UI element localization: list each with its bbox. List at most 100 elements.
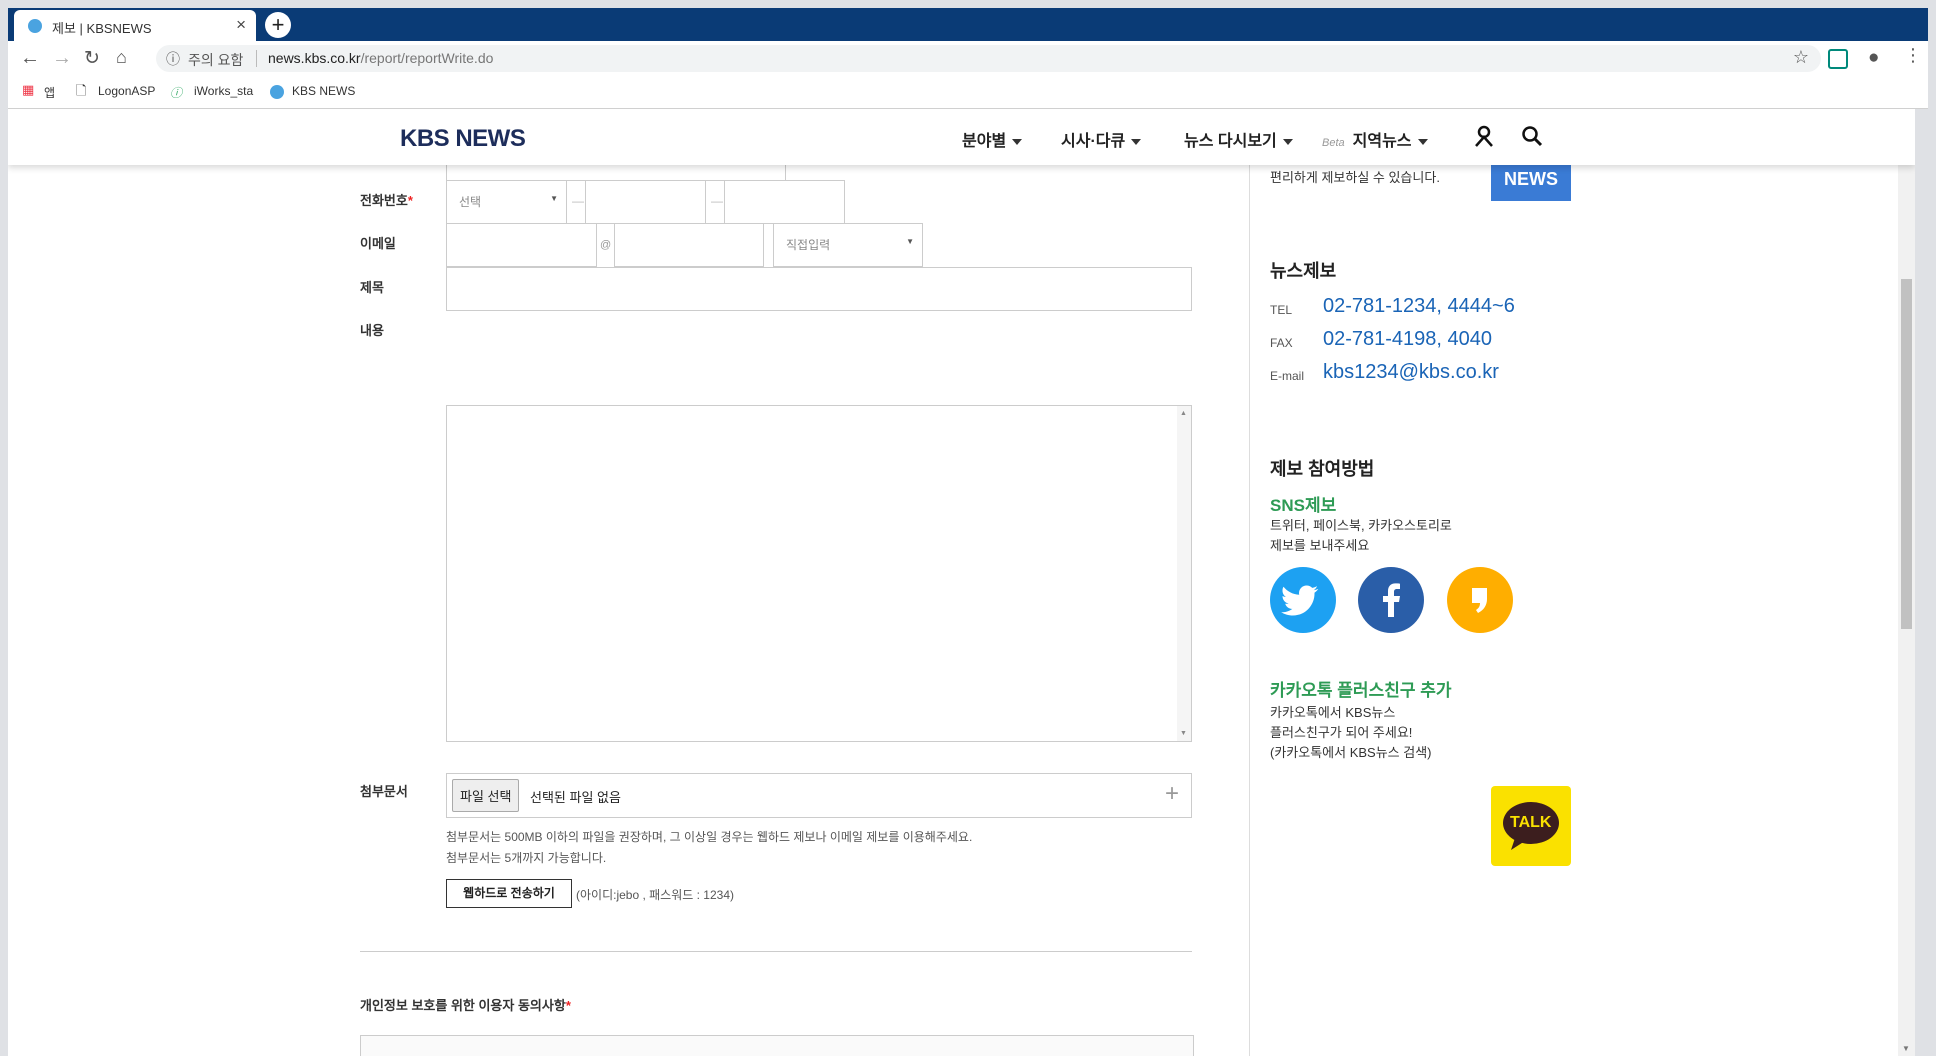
bookmark-logonasp[interactable]: LogonASP — [98, 84, 155, 98]
security-warning: 주의 요함 — [188, 52, 244, 68]
url-text[interactable]: news.kbs.co.kr/report/reportWrite.do — [268, 50, 493, 66]
fax-label: FAX — [1270, 336, 1293, 350]
caret-down-icon — [1282, 138, 1293, 145]
iworks-icon: ⓘ — [170, 86, 183, 100]
subject-input[interactable] — [446, 267, 1192, 311]
scroll-down-icon[interactable]: ▼ — [1902, 1044, 1910, 1053]
nav-local-news-label: 지역뉴스 — [1352, 133, 1412, 150]
file-attach-box: 파일 선택 선택된 파일 없음 + — [446, 773, 1192, 818]
tab-strip — [8, 8, 1928, 41]
kbs-favicon-icon — [28, 19, 42, 33]
attach-note-count: 첨부문서는 5개까지 가능합니다. — [446, 851, 607, 865]
user-icon[interactable] — [1473, 125, 1495, 147]
sns-line1: 트위터, 페이스북, 카카오스토리로 — [1270, 518, 1452, 533]
phone-prefix-select[interactable]: 선택 ▼ — [446, 180, 567, 224]
extension-icon[interactable] — [1828, 49, 1848, 69]
reload-icon[interactable]: ↻ — [84, 47, 100, 70]
page-icon: 🗋 — [76, 83, 87, 98]
caret-down-icon — [1131, 138, 1142, 145]
talk-badge-text: TALK — [1510, 814, 1552, 831]
back-arrow-icon[interactable]: ← — [20, 47, 40, 70]
search-icon[interactable] — [1521, 125, 1543, 147]
file-select-button[interactable]: 파일 선택 — [452, 779, 520, 812]
phone-prefix-value: 선택 — [459, 195, 482, 209]
menu-kebab-icon[interactable]: ⋮ — [1904, 45, 1922, 66]
kakao-line3: (카카오톡에서 KBS뉴스 검색) — [1270, 745, 1432, 760]
nav-documentary-label: 시사·다큐 — [1061, 133, 1126, 150]
tel-value: 02-781-1234, 4444~6 — [1323, 295, 1515, 317]
kakaostory-icon — [1472, 588, 1487, 613]
profile-icon[interactable]: ● — [1868, 47, 1879, 69]
sns-title: SNS제보 — [1270, 496, 1337, 515]
nav-local-news[interactable]: Beta 지역뉴스 — [1322, 127, 1428, 151]
privacy-consent-text: 개인정보 보호를 위한 이용자 동의사항 — [360, 998, 566, 1013]
phone-last-input[interactable] — [724, 180, 845, 224]
email-domain-input[interactable] — [614, 223, 764, 267]
scroll-down-icon[interactable]: ▼ — [1180, 730, 1187, 737]
twitter-icon — [1281, 585, 1319, 616]
dash-separator: — — [711, 194, 723, 208]
nav-category[interactable]: 분야별 — [962, 127, 1023, 151]
dropdown-arrow-icon: ▼ — [550, 194, 558, 203]
kakao-title: 카카오톡 플러스친구 추가 — [1270, 681, 1452, 700]
file-status: 선택된 파일 없음 — [530, 790, 621, 805]
email-domain-select[interactable]: 직접입력 ▼ — [773, 223, 923, 267]
kbs-news-logo[interactable]: KBS NEWS — [400, 125, 526, 153]
kakao-talk-button[interactable]: TALK — [1491, 786, 1571, 866]
facebook-icon — [1383, 583, 1400, 617]
bookmarks-bar: ▦ 앱 🗋 LogonASP ⓘ iWorks_sta KBS NEWS — [8, 76, 1928, 109]
privacy-consent-title: 개인정보 보호를 위한 이용자 동의사항* — [360, 995, 571, 1014]
nav-replay-label: 뉴스 다시보기 — [1184, 133, 1277, 150]
textarea-scrollbar[interactable]: ▲ ▼ — [1177, 406, 1191, 741]
news-banner-text: NEWS — [1504, 169, 1558, 189]
kakaostory-button[interactable] — [1447, 567, 1513, 633]
nav-category-label: 분야별 — [962, 133, 1007, 150]
email-label: 이메일 — [360, 236, 396, 251]
browser-tab[interactable]: 제보 | KBSNEWS × — [14, 10, 256, 41]
attach-label: 첨부문서 — [360, 784, 408, 799]
add-file-icon[interactable]: + — [1165, 780, 1179, 808]
tel-label: TEL — [1270, 303, 1293, 317]
kakao-line1: 카카오톡에서 KBS뉴스 — [1270, 705, 1396, 720]
site-header: KBS NEWS 분야별 시사·다큐 뉴스 다시보기 Beta 지역뉴스 — [8, 109, 1915, 165]
email-domain-select-value: 직접입력 — [786, 238, 831, 252]
email-contact-label: E-mail — [1270, 369, 1305, 383]
home-icon[interactable]: ⌂ — [116, 47, 127, 68]
phone-middle-input[interactable] — [585, 180, 706, 224]
nav-replay[interactable]: 뉴스 다시보기 — [1184, 127, 1293, 151]
new-tab-button[interactable]: + — [265, 12, 291, 38]
dash-separator: — — [572, 194, 584, 208]
content-label: 내용 — [360, 323, 384, 338]
content-textarea[interactable]: ▲ ▼ — [446, 405, 1192, 742]
at-sign: @ — [600, 239, 612, 251]
page-scrollbar[interactable]: ▲ ▼ — [1898, 109, 1915, 1056]
column-divider — [1249, 165, 1250, 1056]
kakao-line2: 플러스친구가 되어 주세요! — [1270, 725, 1413, 740]
twitter-button[interactable] — [1270, 567, 1336, 633]
bookmark-kbs-news[interactable]: KBS NEWS — [292, 84, 355, 98]
fax-value: 02-781-4198, 4040 — [1323, 328, 1493, 350]
bookmark-star-icon[interactable]: ☆ — [1793, 47, 1809, 68]
section-divider — [360, 951, 1192, 952]
caret-down-icon — [1012, 138, 1023, 145]
sns-line2: 제보를 보내주세요 — [1270, 538, 1370, 553]
news-banner[interactable]: NEWS — [1491, 165, 1571, 201]
email-local-input[interactable] — [446, 223, 597, 267]
info-icon[interactable]: ⓘ — [166, 49, 180, 69]
forward-arrow-icon[interactable]: → — [52, 47, 72, 70]
email-contact-value[interactable]: kbs1234@kbs.co.kr — [1323, 361, 1499, 384]
dropdown-arrow-icon: ▼ — [906, 237, 914, 246]
apps-grid-icon: ▦ — [22, 82, 35, 97]
scrollbar-thumb[interactable] — [1901, 279, 1912, 629]
bookmark-apps[interactable]: 앱 — [44, 84, 55, 101]
nav-documentary[interactable]: 시사·다큐 — [1061, 127, 1142, 151]
subject-label: 제목 — [360, 280, 384, 295]
close-tab-icon[interactable]: × — [236, 15, 246, 35]
scroll-up-icon[interactable]: ▲ — [1180, 410, 1187, 417]
address-bar[interactable]: ⓘ 주의 요함 news.kbs.co.kr/report/reportWrit… — [156, 45, 1821, 72]
phone-label-text: 전화번호 — [360, 193, 408, 208]
facebook-button[interactable] — [1358, 567, 1424, 633]
caret-down-icon — [1417, 138, 1428, 145]
webhard-button[interactable]: 웹하드로 전송하기 — [446, 879, 572, 908]
bookmark-iworks[interactable]: iWorks_sta — [194, 84, 253, 98]
